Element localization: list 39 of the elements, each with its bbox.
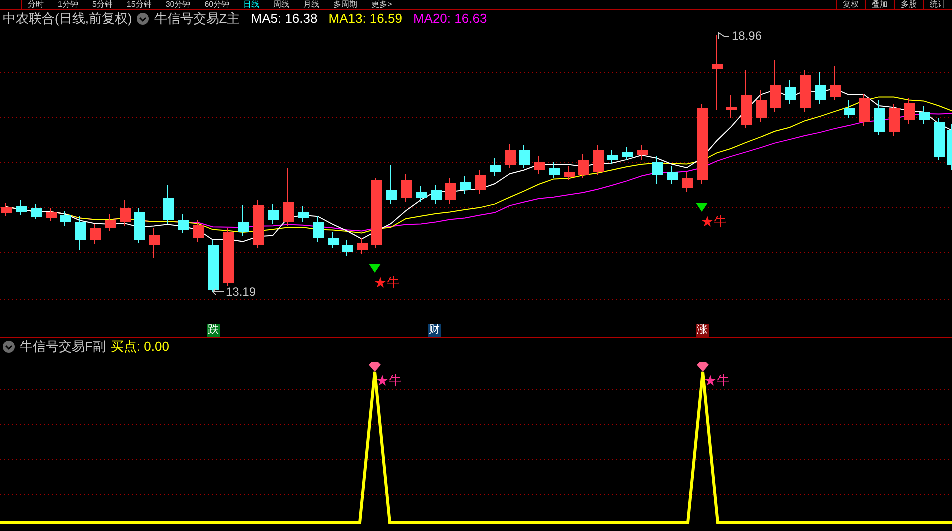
event-marker[interactable]: 跌 xyxy=(207,324,220,337)
leader-line xyxy=(212,288,224,296)
stock-title: 中农联合(日线,前复权) xyxy=(3,10,132,28)
ma-value: MA5: 16.38 xyxy=(251,10,318,28)
toolbar-button[interactable]: 叠加 xyxy=(865,0,894,9)
period-tab[interactable]: 1分钟 xyxy=(58,0,78,9)
period-tab[interactable]: 30分钟 xyxy=(166,0,191,9)
toolbar-button[interactable]: 复权 xyxy=(836,0,865,9)
buy-point-value: 买点: 0.00 xyxy=(110,338,170,356)
low-price-label: 13.19 xyxy=(226,285,256,299)
signal-label: ★牛 xyxy=(704,374,730,388)
ma-value: MA20: 16.63 xyxy=(413,10,488,28)
chevron-down-icon[interactable] xyxy=(3,341,15,353)
chevron-down-icon[interactable] xyxy=(137,13,150,25)
period-tab[interactable]: 60分钟 xyxy=(204,0,230,9)
period-tab[interactable]: 多周期 xyxy=(334,0,358,9)
signal-label: ★牛 xyxy=(376,374,402,388)
down-triangle-icon xyxy=(696,203,708,212)
indicator-name: 牛信号交易F副 xyxy=(20,338,106,356)
toolbar-button[interactable]: 统计 xyxy=(923,0,952,9)
period-tab[interactable]: 周线 xyxy=(274,0,290,9)
event-marker[interactable]: 涨 xyxy=(696,324,709,337)
period-tab[interactable]: 15分钟 xyxy=(126,0,152,9)
event-marker[interactable]: 财 xyxy=(428,324,441,337)
down-triangle-icon xyxy=(369,264,381,273)
ma-value: MA13: 16.59 xyxy=(328,10,402,28)
indicator-name: 牛信号交易Z主 xyxy=(154,10,240,28)
leader-line xyxy=(718,32,730,40)
signal-label: ★牛 xyxy=(701,215,727,229)
signal-label: ★牛 xyxy=(374,276,400,290)
toolbar-button[interactable]: 多股 xyxy=(894,0,923,9)
period-tab[interactable]: 分时 xyxy=(28,0,44,9)
period-tab[interactable]: 5分钟 xyxy=(92,0,113,9)
gem-icon xyxy=(369,362,381,372)
period-tab[interactable]: 月线 xyxy=(304,0,320,9)
high-price-label: 18.96 xyxy=(732,29,762,43)
gem-icon xyxy=(697,362,709,372)
period-tab[interactable]: 更多> xyxy=(372,0,392,9)
period-tab[interactable]: 日线 xyxy=(244,0,260,9)
